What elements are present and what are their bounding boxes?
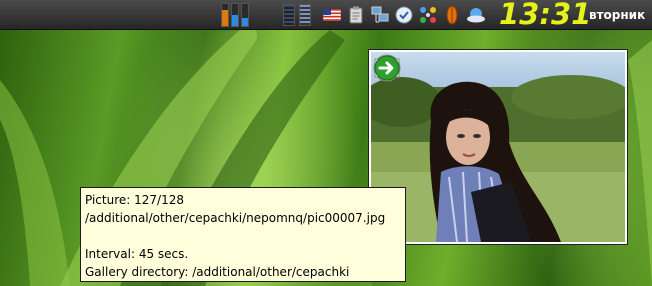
tooltip-picture-count: Picture: 127/128 [85,193,184,207]
globe-icon[interactable] [442,5,462,25]
clock-time[interactable]: 13:31 [499,0,591,31]
notifier-icon[interactable] [418,5,438,25]
photo-frame-widget[interactable] [368,49,628,245]
system-tray [322,3,486,27]
cpu-bar-fill [242,18,248,26]
photo-info-tooltip: Picture: 127/128 /additional/other/cepac… [80,187,406,282]
tooltip-gallery-directory: Gallery directory: /additional/other/cep… [85,265,350,279]
top-panel: 13:31 вторник [0,0,652,31]
widget-toolbar [373,54,465,82]
software-update-icon[interactable] [394,5,414,25]
next-arrow-icon[interactable] [374,54,465,82]
workspace-1[interactable] [283,4,295,26]
image-icon[interactable] [374,54,433,82]
us-flag-icon[interactable] [322,5,342,25]
cpu-bar [241,3,249,27]
tooltip-file-path: /additional/other/cepachki/nepomnq/pic00… [85,211,386,225]
slideshow-photo [371,52,625,242]
workspace-2[interactable] [299,4,311,26]
workspace-pager[interactable] [283,4,315,26]
clipboard-icon[interactable] [346,5,366,25]
cpu-bar-fill [222,9,228,26]
tooltip-blank-line [85,227,401,245]
cpu-bar [221,3,229,27]
weather-icon[interactable] [466,5,486,25]
tooltip-interval: Interval: 45 secs. [85,247,189,261]
cpu-bar [231,3,239,27]
clock-weekday: вторник [589,8,646,22]
network-icon[interactable] [370,5,390,25]
cpu-meter[interactable] [221,3,253,27]
cpu-bar-fill [232,15,238,26]
